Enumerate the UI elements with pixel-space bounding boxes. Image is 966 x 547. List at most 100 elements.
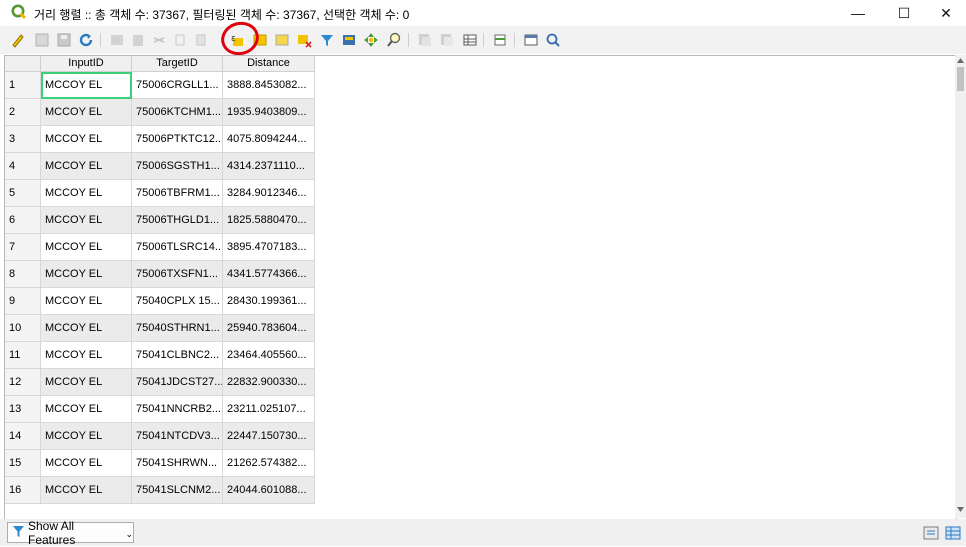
add-feature-icon[interactable]	[108, 31, 126, 49]
cell-targetid[interactable]: 75006TBFRM1...	[132, 180, 223, 207]
row-number[interactable]: 14	[5, 423, 41, 450]
cell-inputid[interactable]: MCCOY EL	[41, 450, 132, 477]
column-header-inputid[interactable]: InputID	[41, 56, 132, 72]
cell-targetid[interactable]: 75041SLCNM2...	[132, 477, 223, 504]
cell-inputid[interactable]: MCCOY EL	[41, 396, 132, 423]
toggle-editing-icon[interactable]	[9, 31, 27, 49]
cell-distance[interactable]: 22447.150730...	[223, 423, 315, 450]
cell-targetid[interactable]: 75040CPLX 15...	[132, 288, 223, 315]
pan-to-selection-icon[interactable]	[362, 31, 380, 49]
row-number[interactable]: 8	[5, 261, 41, 288]
cell-inputid[interactable]: MCCOY EL	[41, 342, 132, 369]
cell-distance[interactable]: 23211.025107...	[223, 396, 315, 423]
table-view-icon[interactable]	[944, 524, 962, 542]
row-number[interactable]: 7	[5, 234, 41, 261]
maximize-button[interactable]: ☐	[882, 0, 926, 26]
table-row[interactable]: 15 MCCOY EL 75041SHRWN... 21262.574382...	[5, 450, 320, 477]
table-row[interactable]: 4 MCCOY EL 75006SGSTH1... 4314.2371110...	[5, 153, 320, 180]
table-row[interactable]: 6 MCCOY EL 75006THGLD1... 1825.5880470...	[5, 207, 320, 234]
field-calculator-icon[interactable]	[491, 31, 509, 49]
cell-inputid[interactable]: MCCOY EL	[41, 423, 132, 450]
deselect-all-icon[interactable]	[295, 31, 313, 49]
cell-distance[interactable]: 4314.2371110...	[223, 153, 315, 180]
table-row[interactable]: 5 MCCOY EL 75006TBFRM1... 3284.9012346...	[5, 180, 320, 207]
show-all-features-button[interactable]: Show All Features ⌄	[7, 519, 134, 547]
cell-inputid[interactable]: MCCOY EL	[41, 72, 132, 99]
table-row[interactable]: 3 MCCOY EL 75006PTKTC12... 4075.8094244...	[5, 126, 320, 153]
new-field-icon[interactable]	[461, 31, 479, 49]
paste-features-icon[interactable]	[438, 31, 456, 49]
cell-distance[interactable]: 4341.5774366...	[223, 261, 315, 288]
cell-inputid[interactable]: MCCOY EL	[41, 234, 132, 261]
row-number[interactable]: 9	[5, 288, 41, 315]
cell-targetid[interactable]: 75041CLBNC2...	[132, 342, 223, 369]
table-row[interactable]: 13 MCCOY EL 75041NNCRB2... 23211.025107...	[5, 396, 320, 423]
reload-icon[interactable]	[77, 31, 95, 49]
cell-targetid[interactable]: 75041JDCST27...	[132, 369, 223, 396]
copy-icon[interactable]	[171, 31, 189, 49]
cell-inputid[interactable]: MCCOY EL	[41, 99, 132, 126]
minimize-button[interactable]: —	[836, 0, 880, 26]
cell-distance[interactable]: 3888.8453082...	[223, 72, 315, 99]
cell-targetid[interactable]: 75041NNCRB2...	[132, 396, 223, 423]
cell-distance[interactable]: 3284.9012346...	[223, 180, 315, 207]
cell-inputid[interactable]: MCCOY EL	[41, 180, 132, 207]
cell-inputid[interactable]: MCCOY EL	[41, 126, 132, 153]
cell-distance[interactable]: 24044.601088...	[223, 477, 315, 504]
row-number[interactable]: 1	[5, 72, 41, 99]
cell-targetid[interactable]: 75006THGLD1...	[132, 207, 223, 234]
row-number[interactable]: 3	[5, 126, 41, 153]
table-row[interactable]: 10 MCCOY EL 75040STHRN1... 25940.783604...	[5, 315, 320, 342]
cell-inputid[interactable]: MCCOY EL	[41, 315, 132, 342]
close-button[interactable]: ✕	[924, 0, 966, 26]
cell-distance[interactable]: 25940.783604...	[223, 315, 315, 342]
cell-inputid[interactable]: MCCOY EL	[41, 288, 132, 315]
cell-targetid[interactable]: 75006SGSTH1...	[132, 153, 223, 180]
corner-header[interactable]	[5, 56, 41, 72]
zoom-to-feature-icon[interactable]	[544, 31, 562, 49]
cell-distance[interactable]: 1935.9403809...	[223, 99, 315, 126]
table-row[interactable]: 14 MCCOY EL 75041NTCDV3... 22447.150730...	[5, 423, 320, 450]
filter-icon[interactable]	[318, 31, 336, 49]
row-number[interactable]: 5	[5, 180, 41, 207]
row-number[interactable]: 15	[5, 450, 41, 477]
vertical-scrollbar[interactable]	[955, 55, 966, 518]
row-number[interactable]: 13	[5, 396, 41, 423]
paste-icon[interactable]	[192, 31, 210, 49]
conditional-formatting-icon[interactable]	[522, 31, 540, 49]
move-selection-to-top-icon[interactable]	[340, 31, 358, 49]
cell-targetid[interactable]: 75006CRGLL1...	[132, 72, 223, 99]
cell-distance[interactable]: 1825.5880470...	[223, 207, 315, 234]
cell-inputid[interactable]: MCCOY EL	[41, 261, 132, 288]
cell-targetid[interactable]: 75041SHRWN...	[132, 450, 223, 477]
cell-distance[interactable]: 3895.4707183...	[223, 234, 315, 261]
invert-selection-icon[interactable]	[273, 31, 291, 49]
cell-inputid[interactable]: MCCOY EL	[41, 369, 132, 396]
cell-distance[interactable]: 4075.8094244...	[223, 126, 315, 153]
row-number[interactable]: 10	[5, 315, 41, 342]
cell-distance[interactable]: 21262.574382...	[223, 450, 315, 477]
delete-feature-icon[interactable]	[129, 31, 147, 49]
cell-inputid[interactable]: MCCOY EL	[41, 153, 132, 180]
cell-distance[interactable]: 28430.199361...	[223, 288, 315, 315]
cell-inputid[interactable]: MCCOY EL	[41, 477, 132, 504]
cell-distance[interactable]: 23464.405560...	[223, 342, 315, 369]
row-number[interactable]: 6	[5, 207, 41, 234]
table-row[interactable]: 16 MCCOY EL 75041SLCNM2... 24044.601088...	[5, 477, 320, 504]
row-number[interactable]: 4	[5, 153, 41, 180]
cell-distance[interactable]: 22832.900330...	[223, 369, 315, 396]
table-row[interactable]: 12 MCCOY EL 75041JDCST27... 22832.900330...	[5, 369, 320, 396]
table-row[interactable]: 7 MCCOY EL 75006TLSRC14... 3895.4707183...	[5, 234, 320, 261]
save-edits-icon[interactable]	[55, 31, 73, 49]
table-row[interactable]: 8 MCCOY EL 75006TXSFN1... 4341.5774366...	[5, 261, 320, 288]
row-number[interactable]: 2	[5, 99, 41, 126]
cell-targetid[interactable]: 75006PTKTC12...	[132, 126, 223, 153]
cut-icon[interactable]	[150, 31, 168, 49]
row-number[interactable]: 11	[5, 342, 41, 369]
cell-targetid[interactable]: 75006TXSFN1...	[132, 261, 223, 288]
table-row[interactable]: 9 MCCOY EL 75040CPLX 15... 28430.199361...	[5, 288, 320, 315]
table-row[interactable]: 1 MCCOY EL 75006CRGLL1... 3888.8453082...	[5, 72, 320, 99]
table-row[interactable]: 11 MCCOY EL 75041CLBNC2... 23464.405560...	[5, 342, 320, 369]
cell-inputid[interactable]: MCCOY EL	[41, 207, 132, 234]
row-number[interactable]: 16	[5, 477, 41, 504]
